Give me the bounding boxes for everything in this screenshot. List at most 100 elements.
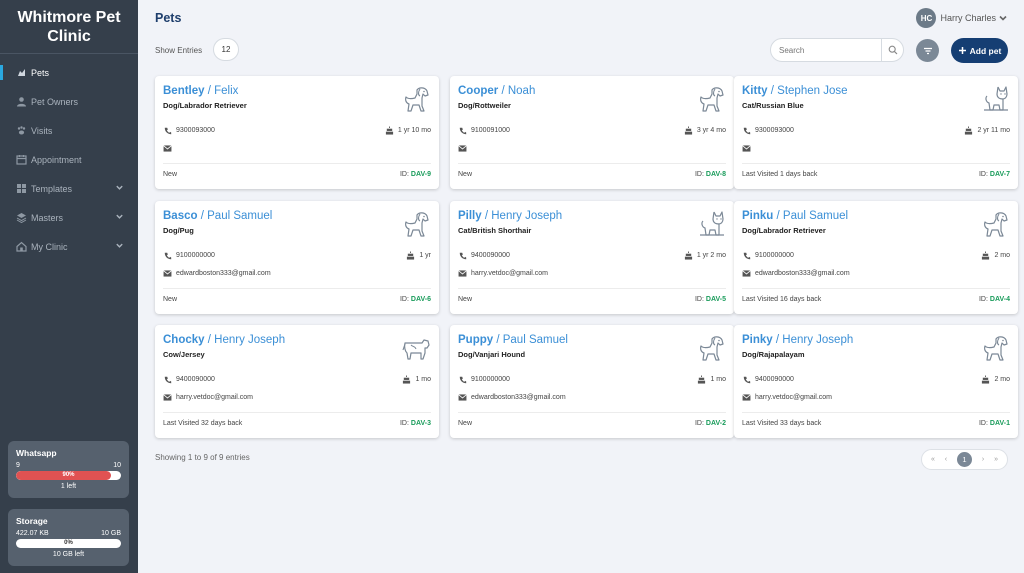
owner-name: Paul Samuel: [502, 334, 568, 346]
pet-name: Pinku: [742, 210, 774, 222]
visit-status: New: [458, 171, 473, 178]
pet-email: harry.vetdoc@gmail.com: [755, 394, 832, 401]
pet-id: ID: DAV-9: [399, 171, 431, 178]
dog-icon: [980, 333, 1010, 363]
owner-name: Henry Joseph: [491, 210, 563, 222]
pet-email: edwardboston333@gmail.com: [471, 394, 566, 401]
sidebar-item-appointment[interactable]: Appointment: [0, 145, 138, 174]
dog-icon: [696, 84, 726, 114]
calendar-icon: [16, 154, 27, 165]
cake-icon: [684, 126, 693, 135]
pagination: « ‹ 1 › »: [921, 449, 1008, 470]
filter-button[interactable]: [916, 39, 939, 62]
pet-name-owner[interactable]: Pilly / Henry Joseph: [458, 210, 562, 222]
visit-status: New: [163, 171, 178, 178]
whatsapp-widget: Whatsapp 9 10 90% 1 left: [8, 441, 129, 498]
pet-phone: 9400090000: [755, 376, 794, 383]
storage-usage-bar: 0%: [16, 539, 121, 548]
pet-breed: Dog/Labrador Retriever: [163, 101, 247, 110]
page-title: Pets: [155, 11, 182, 25]
pet-name-owner[interactable]: Basco / Paul Samuel: [163, 210, 272, 222]
pet-card[interactable]: Chocky / Henry Joseph Cow/Jersey 940009000…: [155, 325, 439, 438]
pet-name: Pilly: [458, 210, 482, 222]
pet-age: 2 mo: [994, 252, 1010, 259]
pet-age: 1 mo: [710, 376, 726, 383]
pet-id: ID: DAV-4: [978, 296, 1010, 303]
paw-icon: [16, 125, 27, 136]
show-entries-select[interactable]: 12: [213, 38, 239, 61]
cake-icon: [406, 251, 415, 260]
pet-age: 1 yr: [419, 252, 431, 259]
sidebar-item-templates[interactable]: Templates: [0, 174, 138, 203]
pet-name: Basco: [163, 210, 198, 222]
divider: [458, 412, 726, 413]
pet-id: ID: DAV-2: [694, 420, 726, 427]
chevron-down-icon: [116, 214, 123, 219]
pagination-prev[interactable]: ‹: [945, 456, 947, 463]
pet-card[interactable]: Pilly / Henry Joseph Cat/British Shorthai…: [450, 201, 734, 314]
pagination-next[interactable]: ›: [982, 456, 984, 463]
visit-status: Last Visited 32 days back: [163, 420, 243, 427]
search-input[interactable]: [771, 45, 879, 55]
pet-card[interactable]: Cooper / Noah Dog/Rottweiler 9100091000 3 y…: [450, 76, 734, 189]
pet-email: edwardboston333@gmail.com: [176, 270, 271, 277]
pet-card[interactable]: Basco / Paul Samuel Dog/Pug 9100000000 1 yr…: [155, 201, 439, 314]
sidebar-item-my-clinic[interactable]: My Clinic: [0, 232, 138, 261]
sidebar-item-masters[interactable]: Masters: [0, 203, 138, 232]
cake-icon: [402, 375, 411, 384]
clinic-brand: Whitmore Pet Clinic: [0, 0, 138, 54]
visit-status: New: [163, 296, 178, 303]
chevron-down-icon: [999, 15, 1007, 21]
pet-id: ID: DAV-5: [694, 296, 726, 303]
user-menu[interactable]: HC Harry Charles: [916, 8, 1008, 28]
pet-name-owner[interactable]: Cooper / Noah: [458, 85, 535, 97]
pagination-last[interactable]: »: [994, 456, 998, 463]
pet-breed: Dog/Vanjari Hound: [458, 350, 526, 359]
pagination-page-current[interactable]: 1: [956, 452, 972, 467]
pet-name-owner[interactable]: Bentley / Felix: [163, 85, 238, 97]
pet-breed: Cat/British Shorthair: [458, 226, 532, 235]
visit-status: Last Visited 33 days back: [742, 420, 822, 427]
grid-icon: [16, 183, 27, 194]
pet-card[interactable]: Kitty / Stephen Jose Cat/Russian Blue 9300…: [734, 76, 1018, 189]
divider: [163, 412, 431, 413]
pet-name-owner[interactable]: Pinku / Paul Samuel: [742, 210, 848, 222]
storage-widget: Storage 422.07 KB 10 GB 0% 10 GB left: [8, 509, 129, 566]
add-pet-button[interactable]: Add pet: [951, 38, 1008, 63]
whatsapp-usage-bar: 90%: [16, 471, 121, 480]
pet-name: Cooper: [458, 85, 499, 97]
divider: [163, 288, 431, 289]
sidebar-item-pets[interactable]: Pets: [0, 58, 138, 87]
search-icon[interactable]: [881, 39, 903, 61]
pagination-first[interactable]: «: [931, 456, 935, 463]
owner-name: Felix: [214, 85, 239, 97]
pet-age: 1 mo: [415, 376, 431, 383]
pet-id: ID: DAV-6: [399, 296, 431, 303]
home-icon: [16, 241, 27, 252]
pet-card[interactable]: Pinky / Henry Joseph Dog/Rajapalayam 94000…: [734, 325, 1018, 438]
pet-card[interactable]: Pinku / Paul Samuel Dog/Labrador Retrieve…: [734, 201, 1018, 314]
pet-name: Bentley: [163, 85, 205, 97]
email-icon: [163, 393, 172, 402]
owner-name: Paul Samuel: [207, 210, 273, 222]
user-name: Harry Charles: [940, 13, 996, 23]
sidebar-item-visits[interactable]: Visits: [0, 116, 138, 145]
pet-name-owner[interactable]: Chocky / Henry Joseph: [163, 334, 285, 346]
phone-icon: [458, 126, 467, 135]
pet-breed: Cow/Jersey: [163, 350, 205, 359]
pet-name-owner[interactable]: Kitty / Stephen Jose: [742, 85, 848, 97]
cake-icon: [385, 126, 394, 135]
pet-name-owner[interactable]: Pinky / Henry Joseph: [742, 334, 853, 346]
sidebar-item-pet-owners[interactable]: Pet Owners: [0, 87, 138, 116]
divider: [458, 163, 726, 164]
pet-card[interactable]: Puppy / Paul Samuel Dog/Vanjari Hound 9100…: [450, 325, 734, 438]
pet-breed: Dog/Pug: [163, 226, 194, 235]
pet-age: 1 yr 2 mo: [696, 252, 726, 259]
sidebar-item-label: Pets: [31, 67, 50, 78]
pet-card[interactable]: Bentley / Felix Dog/Labrador Retriever 930…: [155, 76, 439, 189]
phone-icon: [742, 251, 751, 260]
pet-name-owner[interactable]: Puppy / Paul Samuel: [458, 334, 568, 346]
owner-name: Stephen Jose: [777, 85, 848, 97]
divider: [742, 288, 1010, 289]
pet-phone: 9100000000: [176, 252, 215, 259]
